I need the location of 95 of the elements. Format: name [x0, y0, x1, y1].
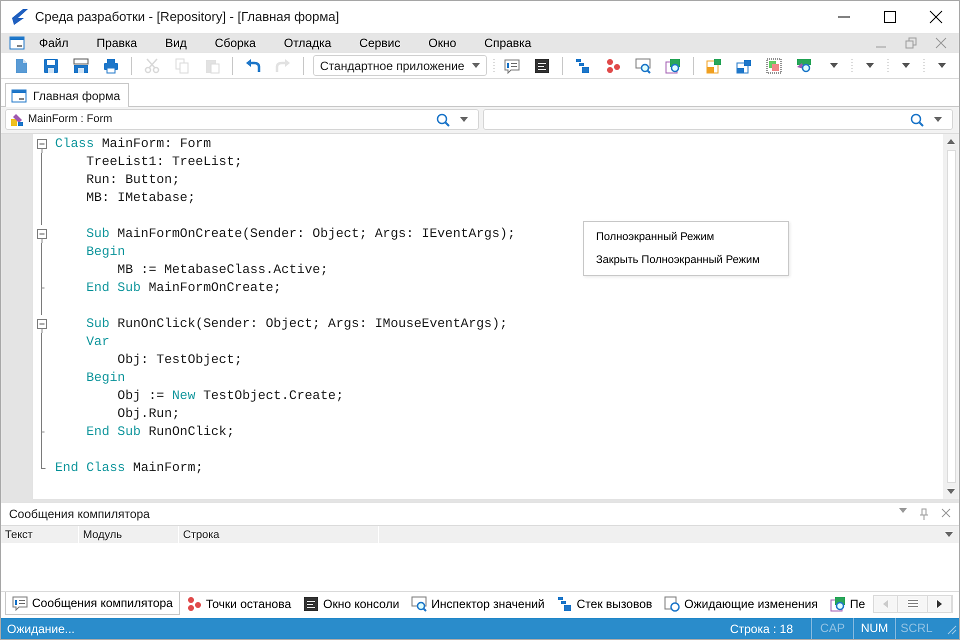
selection-icon[interactable]: [766, 58, 782, 74]
code-line: Begin: [86, 243, 126, 261]
menu-item[interactable]: Сборка: [200, 33, 270, 53]
key-indicator: SCRL: [895, 618, 937, 639]
dropdown-arrow-icon[interactable]: [830, 63, 838, 68]
class-icon: [10, 112, 24, 126]
floppy-icon[interactable]: [43, 58, 59, 74]
panel-tab[interactable]: Стек вызовов: [550, 592, 658, 615]
status-text: Ожидание...: [6, 620, 76, 638]
form-icon: [9, 35, 25, 51]
grip-icon: [492, 58, 496, 74]
app-type-dropdown[interactable]: Стандартное приложение: [313, 55, 487, 76]
magnifier-icon[interactable]: [635, 58, 651, 74]
column-header[interactable]: Текст: [1, 526, 79, 543]
menu-item[interactable]: Окно: [414, 33, 470, 53]
grip-icon: [922, 58, 926, 74]
dots-icon: [186, 596, 202, 612]
panel-tab[interactable]: Ожидающие изменения: [658, 592, 824, 615]
cursor-position: Строка : 18: [730, 620, 794, 638]
grip-icon: [850, 58, 854, 74]
menu-item[interactable]: Вид: [151, 33, 201, 53]
search-icon: [436, 112, 450, 126]
undo-icon[interactable]: [245, 58, 261, 74]
menu-item[interactable]: Полноэкранный Режим: [584, 226, 726, 248]
magnifier-icon[interactable]: [796, 58, 812, 74]
code-line: Run: Button;: [86, 171, 180, 189]
stack-icon[interactable]: [575, 58, 591, 74]
menu-item[interactable]: Сервис: [345, 33, 414, 53]
document-tab[interactable]: Главная форма: [5, 83, 130, 107]
folder-icon[interactable]: [706, 58, 722, 74]
panel-tab[interactable]: Сообщения компилятора: [5, 592, 180, 615]
dropdown-arrow-icon[interactable]: [866, 63, 874, 68]
menu-item[interactable]: Справка: [470, 33, 546, 53]
panel-tab[interactable]: Окно консоли: [297, 592, 406, 615]
column-header[interactable]: Модуль: [79, 526, 179, 543]
magnifier-icon[interactable]: [665, 58, 681, 74]
code-line: TreeList1: TreeList;: [86, 153, 242, 171]
code-line: End Sub MainFormOnCreate;: [86, 279, 282, 297]
menu-item[interactable]: Закрыть Полноэкранный Режим: [584, 248, 772, 271]
panel-tab[interactable]: Инспектор значений: [405, 592, 551, 615]
caret-icon: [460, 117, 468, 122]
caret-icon: [472, 63, 480, 68]
code-line: Var: [86, 333, 110, 351]
maximize-icon[interactable]: [882, 9, 898, 25]
panel-title: Сообщения компилятора: [9, 506, 150, 523]
code-line: Obj := New TestObject.Create;: [117, 387, 344, 405]
code-line: End Sub RunOnClick;: [86, 423, 234, 441]
magnifier-icon: [411, 596, 428, 612]
code-line: Sub MainFormOnCreate(Sender: Object; Args: IEventArgs);: [86, 225, 516, 243]
object-selector[interactable]: MainForm : Form: [5, 109, 479, 130]
dots-icon[interactable]: [605, 58, 621, 74]
close-icon[interactable]: [928, 9, 944, 25]
folder-icon[interactable]: [736, 58, 752, 74]
code-line: Obj.Run;: [117, 405, 180, 423]
scrollbar[interactable]: [943, 134, 959, 499]
printer-icon[interactable]: [103, 58, 119, 74]
message-icon[interactable]: [504, 58, 520, 74]
grip-icon: [886, 58, 890, 74]
floppy-icon[interactable]: [73, 58, 89, 74]
console-icon: [303, 596, 320, 612]
code-line: End Class MainForm;: [55, 459, 204, 477]
code-line: MB: IMetabase;: [86, 189, 196, 207]
message-icon: [12, 595, 28, 611]
menu-item[interactable]: Файл: [25, 33, 83, 53]
document-icon[interactable]: [13, 58, 29, 74]
list-icon[interactable]: [908, 600, 918, 607]
dropdown-arrow-icon[interactable]: [902, 63, 910, 68]
form-icon: [11, 88, 27, 104]
code-line: MB := MetabaseClass.Active;: [117, 261, 328, 279]
column-header[interactable]: Строка: [179, 526, 379, 543]
caret-icon: [934, 117, 942, 122]
resize-grip-icon: [945, 622, 957, 634]
scroll-down-icon[interactable]: [947, 489, 955, 494]
menu-item[interactable]: Правка: [82, 33, 152, 53]
code-line: Class MainForm: Form: [55, 135, 212, 153]
clock-document-icon: [664, 596, 680, 612]
window-title: Среда разработки - [Repository] - [Главная форма]: [35, 8, 340, 26]
app-logo-icon: [9, 8, 29, 26]
scroll-right-icon[interactable]: [937, 600, 942, 608]
dropdown-arrow-icon[interactable]: [938, 63, 946, 68]
magnifier-icon: [830, 596, 846, 612]
scroll-up-icon[interactable]: [947, 139, 955, 144]
menu-item[interactable]: Отладка: [270, 33, 346, 53]
stack-icon: [556, 596, 573, 612]
code-line: Begin: [86, 369, 126, 387]
pin-icon[interactable]: [919, 508, 929, 520]
search-icon: [910, 112, 924, 126]
key-indicator: CAP: [811, 618, 853, 639]
code-line: Sub RunOnClick(Sender: Object; Args: IMouseEventArgs);: [86, 315, 508, 333]
console-icon[interactable]: [534, 58, 550, 74]
panel-tab[interactable]: Точки останова: [180, 592, 298, 615]
panel-tab[interactable]: Пе: [824, 592, 872, 615]
dropdown-arrow-icon[interactable]: [945, 532, 953, 537]
key-indicator: NUM: [853, 618, 895, 639]
code-line: Obj: TestObject;: [117, 351, 242, 369]
